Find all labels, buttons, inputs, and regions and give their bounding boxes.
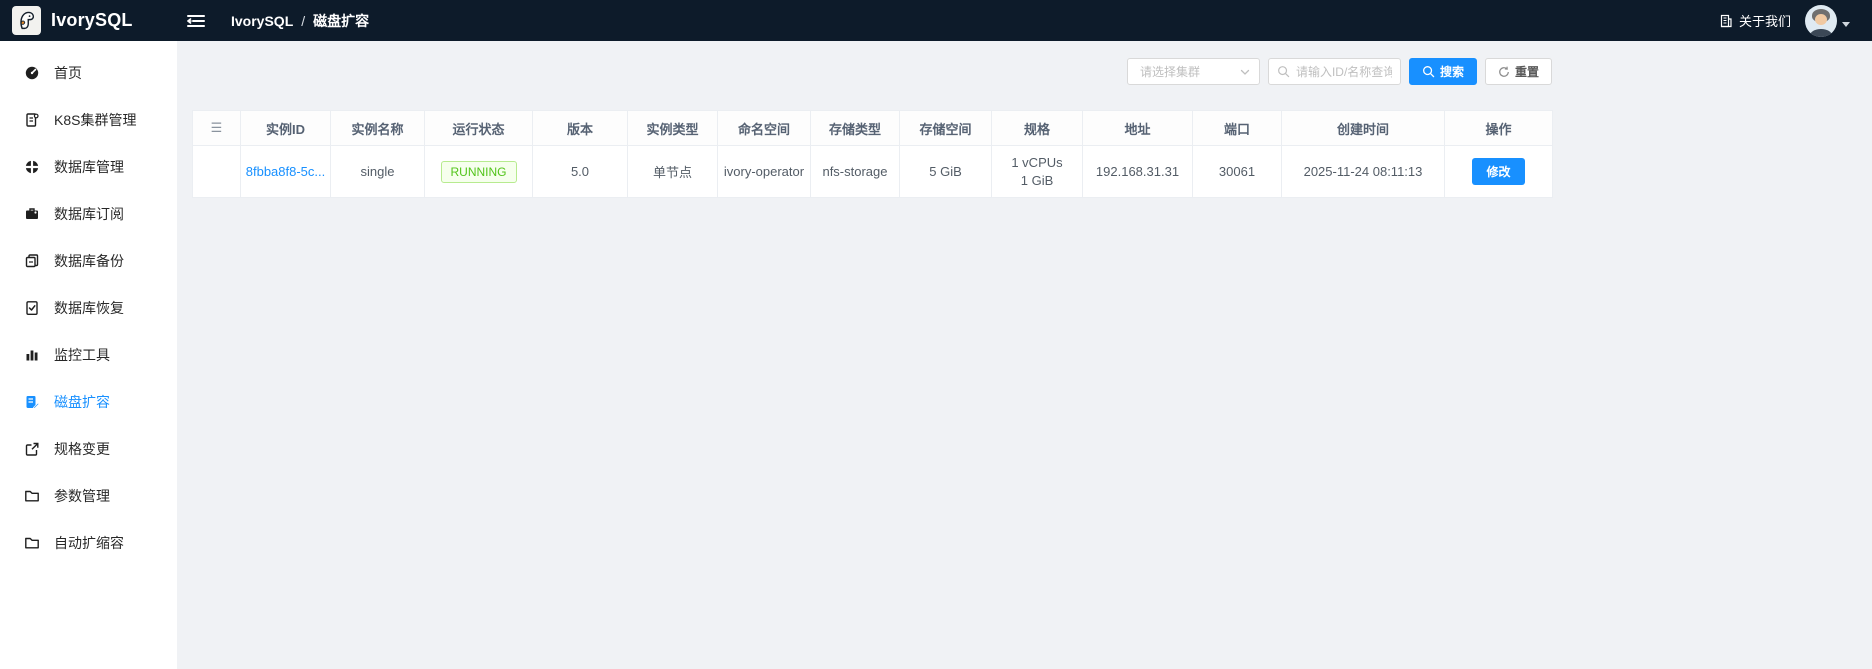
user-avatar[interactable] bbox=[1805, 4, 1837, 37]
search-icon bbox=[1277, 65, 1290, 78]
toolbar: 请选择集群 搜索 重置 bbox=[192, 58, 1552, 85]
spec-cpu: 1 vCPUs bbox=[1011, 154, 1063, 170]
col-spec: 规格 bbox=[991, 110, 1083, 146]
sidebar-item-k8s-cluster[interactable]: K8S集群管理 bbox=[0, 100, 177, 140]
folder-icon bbox=[24, 535, 40, 551]
menu-fold-icon[interactable] bbox=[187, 13, 205, 29]
reset-icon bbox=[1498, 66, 1510, 78]
brand[interactable]: IvorySQL bbox=[0, 6, 177, 35]
col-port: 端口 bbox=[1192, 110, 1282, 146]
folder-icon bbox=[24, 488, 40, 504]
sidebar-item-monitor-tools[interactable]: 监控工具 bbox=[0, 335, 177, 375]
chevron-down-icon bbox=[1239, 66, 1251, 78]
sidebar-item-database-backup[interactable]: 数据库备份 bbox=[0, 241, 177, 281]
search-icon bbox=[1422, 65, 1435, 78]
col-namespace: 命名空间 bbox=[717, 110, 811, 146]
database-restore-icon bbox=[24, 300, 40, 316]
sidebar-item-label: 监控工具 bbox=[54, 347, 110, 363]
col-created-at: 创建时间 bbox=[1281, 110, 1445, 146]
storage-type-cell: nfs-storage bbox=[810, 145, 900, 198]
sidebar-item-database-subscribe[interactable]: 数据库订阅 bbox=[0, 194, 177, 234]
cluster-select[interactable]: 请选择集群 bbox=[1126, 58, 1260, 85]
col-storage-space: 存储空间 bbox=[899, 110, 992, 146]
sidebar-item-autoscale[interactable]: 自动扩缩容 bbox=[0, 523, 177, 563]
sidebar-item-label: 数据库备份 bbox=[54, 253, 124, 269]
address-cell: 192.168.31.31 bbox=[1082, 145, 1193, 198]
chevron-down-icon bbox=[1842, 22, 1850, 27]
database-backup-icon bbox=[24, 253, 40, 269]
topbar-right: 关于我们 bbox=[1719, 4, 1872, 37]
row-expand-cell[interactable] bbox=[192, 145, 241, 198]
expand-all-icon[interactable]: ☰ bbox=[211, 120, 223, 135]
sidebar-item-label: 数据库订阅 bbox=[54, 206, 124, 222]
breadcrumb: IvorySQL / 磁盘扩容 bbox=[231, 11, 369, 31]
table-row: 8fbba8f8-5c... single RUNNING 5.0 单节点 iv… bbox=[192, 145, 1553, 198]
search-button-label: 搜索 bbox=[1439, 65, 1464, 79]
instances-table: ☰ 实例ID 实例名称 运行状态 版本 实例类型 命名空间 存储类型 存储空间 … bbox=[192, 110, 1553, 198]
ivorysql-logo-icon bbox=[12, 6, 41, 35]
spec-memory: 1 GiB bbox=[1020, 172, 1054, 188]
database-subscribe-icon bbox=[24, 206, 40, 222]
sidebar-item-database-restore[interactable]: 数据库恢复 bbox=[0, 288, 177, 328]
col-address: 地址 bbox=[1082, 110, 1193, 146]
building-icon bbox=[1719, 14, 1733, 28]
reset-button-label: 重置 bbox=[1514, 65, 1539, 79]
sidebar: 首页 K8S集群管理 数据库管理 数据库订阅 数据库备份 数据库恢复 监控工具 … bbox=[0, 41, 177, 669]
col-instance-id: 实例ID bbox=[240, 110, 331, 146]
table-header-row: ☰ 实例ID 实例名称 运行状态 版本 实例类型 命名空间 存储类型 存储空间 … bbox=[192, 110, 1553, 146]
reset-button[interactable]: 重置 bbox=[1484, 58, 1552, 85]
namespace-cell: ivory-operator bbox=[717, 145, 811, 198]
sidebar-item-label: 参数管理 bbox=[54, 488, 110, 504]
instance-id-link[interactable]: 8fbba8f8-5c... bbox=[246, 164, 326, 179]
about-us-label: 关于我们 bbox=[1738, 14, 1791, 29]
status-badge: RUNNING bbox=[440, 160, 517, 183]
instance-name-cell: single bbox=[330, 145, 425, 198]
sidebar-item-label: 自动扩缩容 bbox=[54, 535, 124, 551]
brand-name: IvorySQL bbox=[51, 10, 133, 30]
disk-expand-icon bbox=[24, 394, 40, 410]
col-storage-type: 存储类型 bbox=[810, 110, 900, 146]
col-run-status: 运行状态 bbox=[424, 110, 533, 146]
sidebar-item-label: 数据库管理 bbox=[54, 159, 124, 175]
instance-type-cell: 单节点 bbox=[627, 145, 718, 198]
search-button[interactable]: 搜索 bbox=[1408, 58, 1477, 85]
sidebar-item-database-manage[interactable]: 数据库管理 bbox=[0, 147, 177, 187]
search-input[interactable] bbox=[1295, 64, 1392, 79]
sidebar-item-label: 数据库恢复 bbox=[54, 300, 124, 316]
database-manage-icon bbox=[24, 159, 40, 175]
sidebar-item-params-manage[interactable]: 参数管理 bbox=[0, 476, 177, 516]
cluster-select-placeholder: 请选择集群 bbox=[1139, 65, 1200, 79]
sidebar-item-label: 首页 bbox=[54, 65, 82, 81]
edit-button[interactable]: 修改 bbox=[1472, 158, 1525, 185]
col-instance-name: 实例名称 bbox=[330, 110, 425, 146]
about-us-link[interactable]: 关于我们 bbox=[1719, 11, 1791, 30]
dashboard-icon bbox=[24, 65, 40, 81]
created-at-cell: 2025-11-24 08:11:13 bbox=[1281, 145, 1445, 198]
spec-change-icon bbox=[24, 441, 40, 457]
col-version: 版本 bbox=[532, 110, 628, 146]
breadcrumb-separator: / bbox=[301, 12, 306, 29]
sidebar-item-disk-expand[interactable]: 磁盘扩容 bbox=[0, 382, 177, 422]
spec-cell: 1 vCPUs 1 GiB bbox=[991, 145, 1083, 198]
user-menu[interactable] bbox=[1805, 4, 1850, 37]
breadcrumb-root[interactable]: IvorySQL bbox=[231, 13, 293, 29]
storage-space-cell: 5 GiB bbox=[899, 145, 992, 198]
sidebar-item-spec-change[interactable]: 规格变更 bbox=[0, 429, 177, 469]
col-instance-type: 实例类型 bbox=[627, 110, 718, 146]
sidebar-item-label: 规格变更 bbox=[54, 441, 110, 457]
sidebar-item-home[interactable]: 首页 bbox=[0, 53, 177, 93]
k8s-cluster-icon bbox=[24, 112, 40, 128]
monitor-tools-icon bbox=[24, 347, 40, 363]
sidebar-item-label: 磁盘扩容 bbox=[54, 394, 110, 410]
search-field bbox=[1267, 58, 1401, 85]
expand-all-header[interactable]: ☰ bbox=[192, 110, 241, 146]
col-actions: 操作 bbox=[1444, 110, 1553, 146]
topbar: IvorySQL IvorySQL / 磁盘扩容 关于我们 bbox=[0, 0, 1872, 41]
main-content: 请选择集群 搜索 重置 bbox=[177, 41, 1872, 669]
version-cell: 5.0 bbox=[532, 145, 628, 198]
port-cell: 30061 bbox=[1192, 145, 1282, 198]
sidebar-item-label: K8S集群管理 bbox=[54, 112, 137, 128]
breadcrumb-current: 磁盘扩容 bbox=[313, 12, 370, 29]
